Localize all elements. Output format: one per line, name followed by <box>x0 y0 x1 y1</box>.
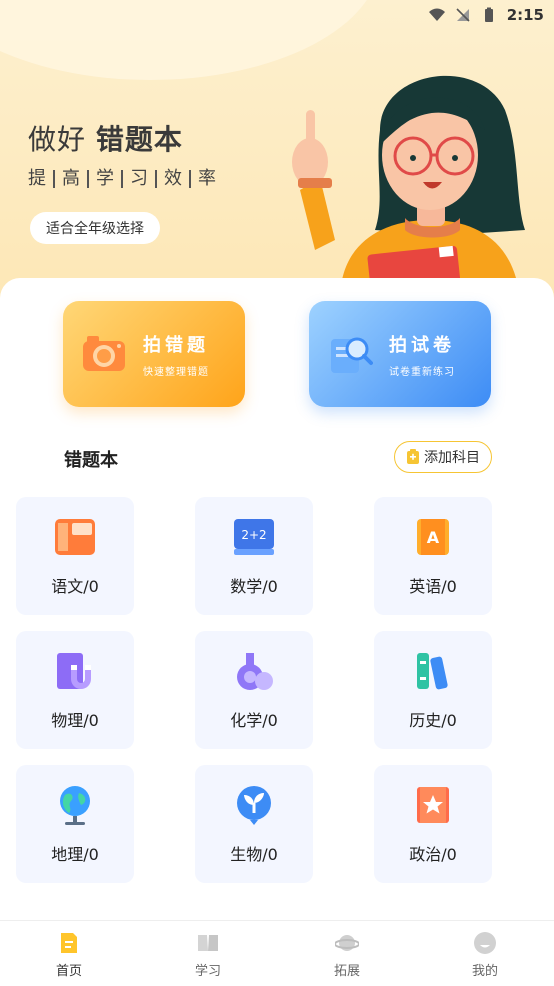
subject-tile-biology[interactable]: 生物/0 <box>195 765 313 883</box>
globe-icon <box>60 786 90 825</box>
add-subject-label: 添加科目 <box>424 450 480 466</box>
planet-icon <box>335 935 359 951</box>
math-icon: 2+2 <box>234 519 274 555</box>
subject-label: 英语/0 <box>409 577 457 596</box>
nav-label: 首页 <box>55 964 82 979</box>
subject-tile-chemistry[interactable]: 化学/0 <box>195 631 313 749</box>
main-card: 拍错题 快速整理错题 拍试卷 试卷重新练习 错题本 添加科目 语文/0 2+2 … <box>0 278 554 920</box>
hero-title-bold: 错题本 <box>95 123 183 156</box>
nav-label: 学习 <box>194 964 221 979</box>
chinese-book-icon <box>55 519 95 555</box>
status-bar: 2:15 <box>428 0 554 30</box>
physics-magnet-icon <box>57 653 91 689</box>
subject-tile-history[interactable]: 历史/0 <box>374 631 492 749</box>
photo-mistake-title: 拍错题 <box>143 334 209 356</box>
hero-sub-char: 效 <box>155 170 189 188</box>
photo-mistake-subtitle: 快速整理错题 <box>143 366 209 378</box>
hero-title-prefix: 做好 <box>28 123 87 156</box>
subject-label: 政治/0 <box>409 845 457 864</box>
nav-expand[interactable]: 拓展 <box>317 931 377 979</box>
subject-label: 语文/0 <box>51 577 99 596</box>
subject-tile-chinese[interactable]: 语文/0 <box>16 497 134 615</box>
subject-label: 生物/0 <box>230 845 278 864</box>
paper-search-icon <box>331 337 373 373</box>
subject-tile-physics[interactable]: 物理/0 <box>16 631 134 749</box>
subject-label: 物理/0 <box>51 711 99 730</box>
plant-icon <box>237 786 271 825</box>
svg-text:2+2: 2+2 <box>241 528 266 542</box>
photo-mistake-button[interactable]: 拍错题 快速整理错题 <box>63 301 245 407</box>
svg-text:A: A <box>427 528 440 547</box>
hero-sub-char: 提 <box>28 168 46 189</box>
nav-label: 拓展 <box>333 964 360 979</box>
grade-pill[interactable]: 适合全年级选择 <box>30 212 160 244</box>
subject-tile-geography[interactable]: 地理/0 <box>16 765 134 883</box>
teacher-illustration <box>292 75 525 300</box>
battery-icon <box>484 7 493 22</box>
subject-label: 地理/0 <box>51 845 99 864</box>
clock: 2:15 <box>506 6 544 24</box>
profile-icon <box>474 932 496 954</box>
chemistry-flask-icon <box>237 653 273 690</box>
subject-tile-english[interactable]: A 英语/0 <box>374 497 492 615</box>
nav-home[interactable]: 首页 <box>39 931 99 979</box>
subject-label: 历史/0 <box>409 711 457 730</box>
book-icon <box>198 935 218 951</box>
hero-sub-char: 高 <box>53 170 87 188</box>
subject-label: 数学/0 <box>230 577 278 596</box>
bottom-nav: 首页 学习 拓展 我的 <box>0 920 554 986</box>
nav-label: 我的 <box>471 964 498 979</box>
photo-paper-subtitle: 试卷重新练习 <box>389 366 455 378</box>
hero-sub-char: 率 <box>189 170 223 188</box>
photo-paper-title: 拍试卷 <box>389 334 455 356</box>
subject-label: 化学/0 <box>230 711 278 730</box>
history-books-icon <box>417 653 448 690</box>
english-icon: A <box>417 519 449 555</box>
subject-tile-politics[interactable]: 政治/0 <box>374 765 492 883</box>
hero-sub-char: 习 <box>121 170 155 188</box>
nav-profile[interactable]: 我的 <box>455 931 515 979</box>
header-banner: 2:15 做好 错题本 提 高 学 习 效 率 适合全年级选择 <box>0 0 554 300</box>
home-icon <box>61 933 77 953</box>
camera-icon <box>83 336 125 371</box>
photo-paper-button[interactable]: 拍试卷 试卷重新练习 <box>309 301 491 407</box>
subject-tile-math[interactable]: 2+2 数学/0 <box>195 497 313 615</box>
wifi-icon <box>428 8 445 21</box>
section-title: 错题本 <box>64 450 118 471</box>
hero-sub-char: 学 <box>87 170 121 188</box>
hero-subtitle: 提 高 学 习 效 率 <box>28 170 223 188</box>
add-subject-button[interactable]: 添加科目 <box>394 441 492 473</box>
nav-study[interactable]: 学习 <box>178 931 238 979</box>
star-book-icon <box>417 787 449 823</box>
hero-title: 做好 错题本 <box>28 118 183 158</box>
no-signal-icon <box>456 8 470 22</box>
add-subject-icon <box>407 449 419 464</box>
